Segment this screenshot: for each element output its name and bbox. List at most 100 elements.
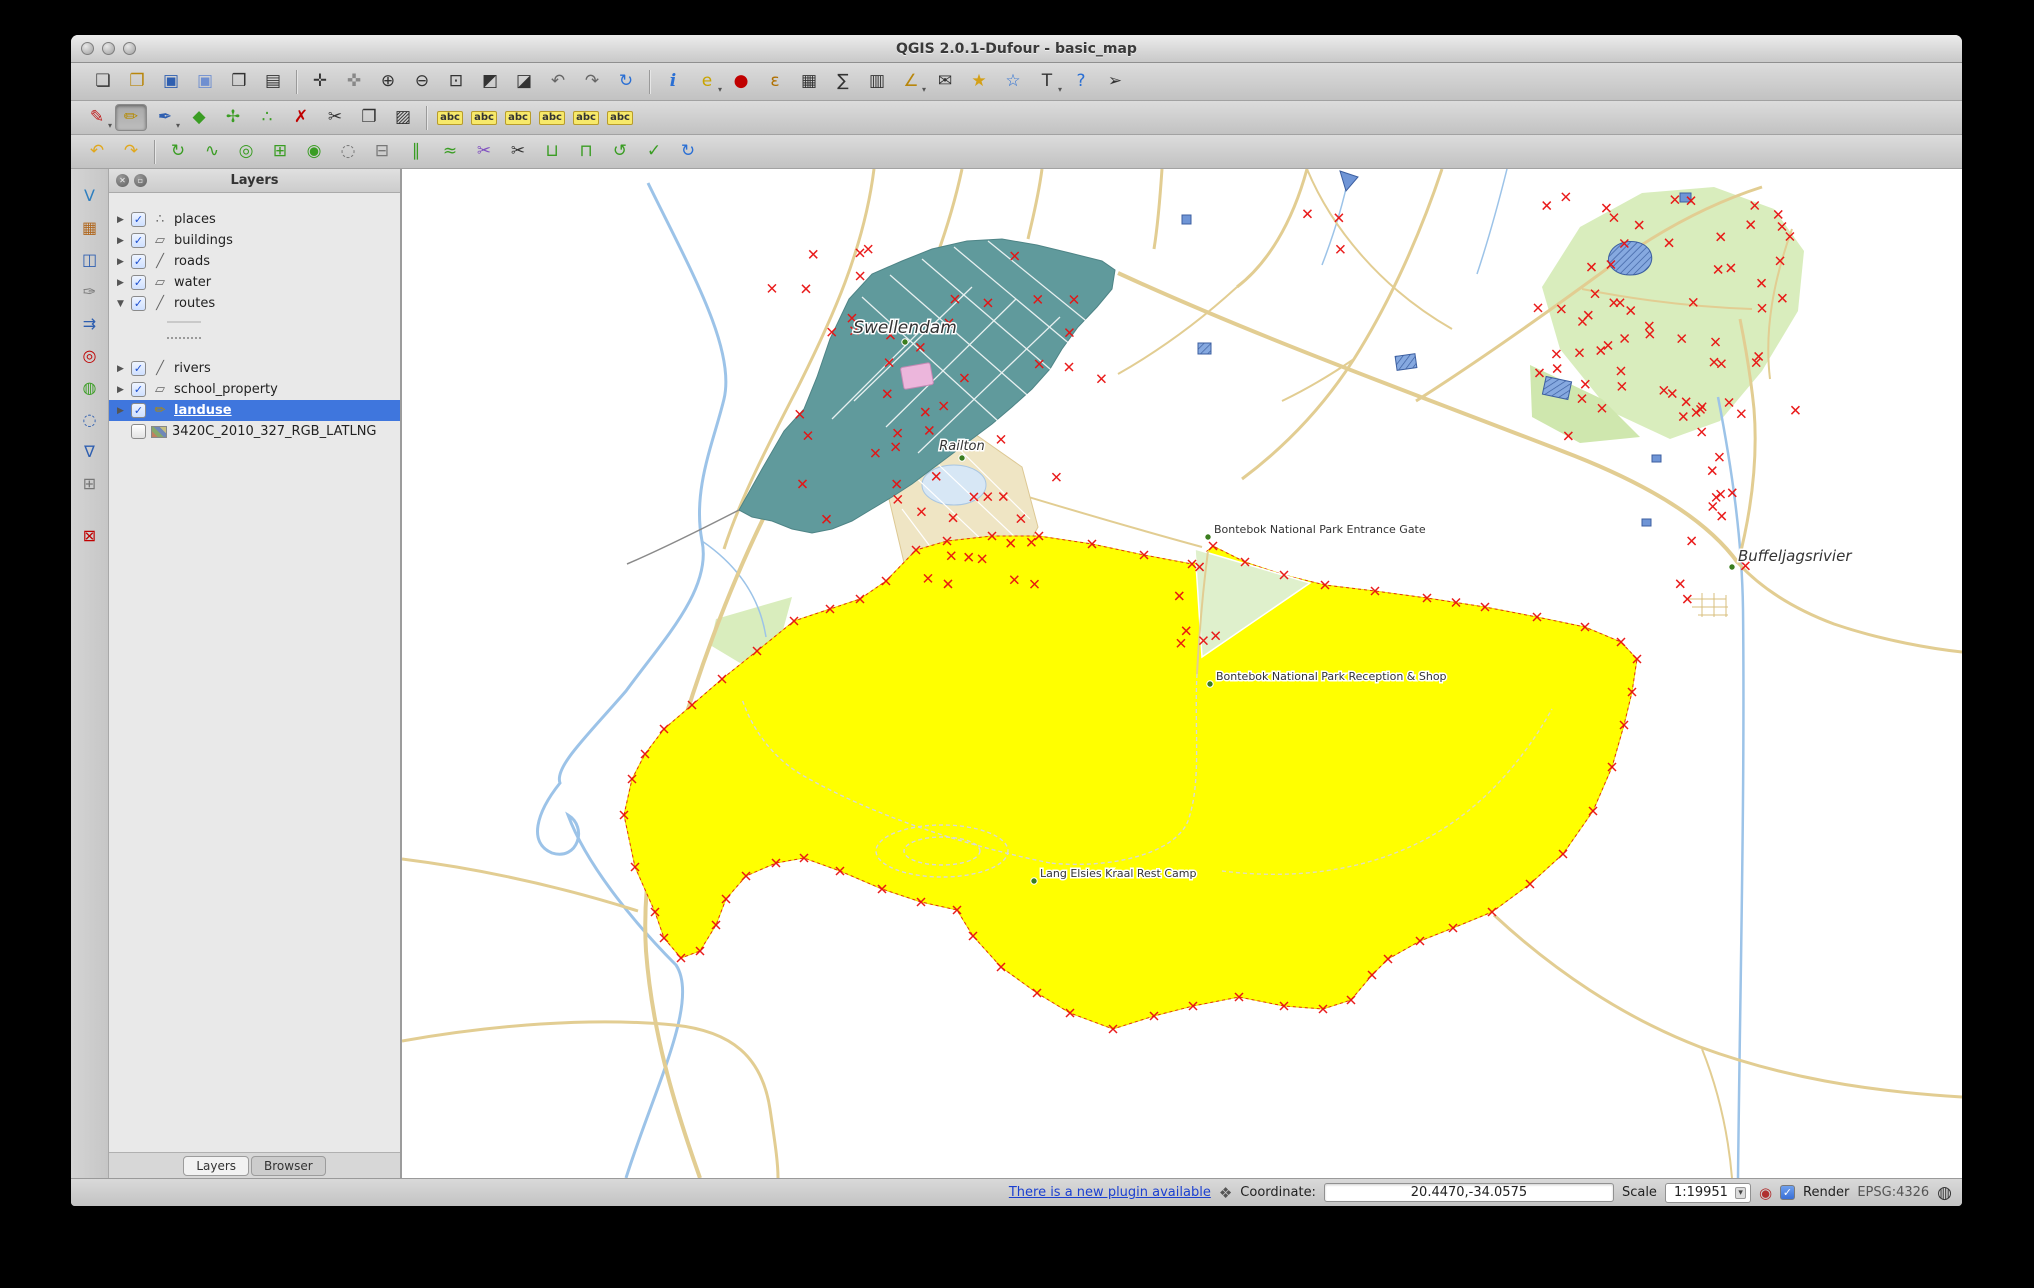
check-geometries-button[interactable]: ✓ xyxy=(638,138,670,165)
simplify-feature-button[interactable]: ∿ xyxy=(196,138,228,165)
coordinate-input[interactable] xyxy=(1323,1183,1614,1202)
layer-visibility-checkbox[interactable]: ✓ xyxy=(131,296,146,311)
move-feature-button[interactable]: ✢ xyxy=(217,104,249,131)
reshape-features-button[interactable]: ≈ xyxy=(434,138,466,165)
measure-button[interactable]: ∠ ▾ xyxy=(895,68,927,95)
new-print-composer-button[interactable]: ❒ xyxy=(223,68,255,95)
plugin-available-link[interactable]: There is a new plugin available xyxy=(1009,1185,1211,1200)
identify-features-button[interactable]: i xyxy=(657,68,689,95)
zoom-to-selection-button[interactable]: ◩ xyxy=(474,68,506,95)
layer-item-places[interactable]: ▶ ✓ ∴ places xyxy=(109,209,400,230)
layer-visibility-checkbox[interactable]: ✓ xyxy=(131,361,146,376)
merge-features-button[interactable]: ⊔ xyxy=(536,138,568,165)
layer-visibility-checkbox[interactable]: ✓ xyxy=(131,275,146,290)
scale-combo[interactable]: 1:19951 ▾ xyxy=(1664,1182,1751,1203)
add-part-button[interactable]: ⊞ xyxy=(264,138,296,165)
magnifier-icon[interactable]: ◉ xyxy=(1759,1184,1772,1202)
add-wfs-layer-button[interactable]: ∇ xyxy=(76,439,104,465)
layer-item-school_property[interactable]: ▶ ✓ ▱ school_property xyxy=(109,379,400,400)
layer-item-routes[interactable]: ▼ ✓ ╱ routes xyxy=(109,293,400,314)
open-attribute-table-button[interactable]: ▦ xyxy=(793,68,825,95)
split-features-button[interactable]: ✂ xyxy=(502,138,534,165)
zoom-in-button[interactable]: ⊕ xyxy=(372,68,404,95)
add-postgis-layer-button[interactable]: ◫ xyxy=(76,247,104,273)
layer-item-landuse[interactable]: ▶ ✓ ✏ landuse xyxy=(109,400,400,421)
deselect-all-button[interactable]: ● xyxy=(725,68,757,95)
rotate-feature-button[interactable]: ↻ xyxy=(162,138,194,165)
panel-close-button[interactable]: ✕ xyxy=(116,174,129,187)
layer-visibility-checkbox[interactable]: ✓ xyxy=(131,233,146,248)
layer-visibility-checkbox[interactable] xyxy=(131,424,146,439)
layer-item-roads[interactable]: ▶ ✓ ╱ roads xyxy=(109,251,400,272)
label-rotate-button[interactable]: abc xyxy=(570,104,602,131)
merge-attributes-button[interactable]: ⊓ xyxy=(570,138,602,165)
layer-visibility-checkbox[interactable]: ✓ xyxy=(131,212,146,227)
add-raster-layer-button[interactable]: ▦ xyxy=(76,215,104,241)
text-annotation-button[interactable]: T ▾ xyxy=(1031,68,1063,95)
add-ring-button[interactable]: ◎ xyxy=(230,138,262,165)
save-project-button[interactable]: ▣ xyxy=(155,68,187,95)
chevron-right-icon[interactable]: ▶ xyxy=(115,406,126,416)
add-mssql-layer-button[interactable]: ⇉ xyxy=(76,311,104,337)
add-spatialite-layer-button[interactable]: ✑ xyxy=(76,279,104,305)
zoom-full-button[interactable]: ⊡ xyxy=(440,68,472,95)
zoom-out-button[interactable]: ⊖ xyxy=(406,68,438,95)
layer-item-buildings[interactable]: ▶ ✓ ▱ buildings xyxy=(109,230,400,251)
show-bookmarks-button[interactable]: ☆ xyxy=(997,68,1029,95)
map-tips-button[interactable]: ✉ xyxy=(929,68,961,95)
labeling-options-button[interactable]: abc xyxy=(434,104,466,131)
panel-float-button[interactable]: ▫ xyxy=(134,174,147,187)
copy-features-button[interactable]: ❐ xyxy=(353,104,385,131)
layer-visibility-checkbox[interactable]: ✓ xyxy=(131,403,146,418)
statistics-summary-button[interactable]: ▥ xyxy=(861,68,893,95)
chevron-right-icon[interactable]: ▶ xyxy=(115,385,126,395)
open-project-button[interactable]: ❐ xyxy=(121,68,153,95)
zoom-next-button[interactable]: ↷ xyxy=(576,68,608,95)
offset-curve-button[interactable]: ∥ xyxy=(400,138,432,165)
add-vector-layer-button[interactable]: V xyxy=(76,183,104,209)
label-properties-button[interactable]: abc xyxy=(604,104,636,131)
label-show-hide-button[interactable]: abc xyxy=(502,104,534,131)
field-calculator-button[interactable]: ∑ xyxy=(827,68,859,95)
close-window-button[interactable] xyxy=(81,42,94,55)
add-wms-layer-button[interactable]: ◍ xyxy=(76,375,104,401)
delete-part-button[interactable]: ⊟ xyxy=(366,138,398,165)
whats-this-button[interactable]: ➢ xyxy=(1099,68,1131,95)
layer-item-3420C_2010_327_RGB_LATLNG[interactable]: ▶3420C_2010_327_RGB_LATLNG xyxy=(109,421,400,442)
select-by-expression-button[interactable]: ε xyxy=(759,68,791,95)
delete-ring-button[interactable]: ◌ xyxy=(332,138,364,165)
save-layer-edits-button[interactable]: ✒ ▾ xyxy=(149,104,181,131)
cut-features-button[interactable]: ✂ xyxy=(319,104,351,131)
undo-button[interactable]: ↶ xyxy=(81,138,113,165)
window-titlebar[interactable]: QGIS 2.0.1-Dufour - basic_map xyxy=(71,35,1962,63)
current-edits-button[interactable]: ✎ ▾ xyxy=(81,104,113,131)
label-move-button[interactable]: abc xyxy=(536,104,568,131)
crs-status-button[interactable]: ◍ xyxy=(1937,1183,1952,1203)
sync-edits-button[interactable]: ↻ xyxy=(672,138,704,165)
tab-browser[interactable]: Browser xyxy=(251,1155,326,1176)
save-project-as-button[interactable]: ▣ xyxy=(189,68,221,95)
run-feature-action-button[interactable]: e ▾ xyxy=(691,68,723,95)
node-tool-button[interactable]: ∴ xyxy=(251,104,283,131)
plugin-icon[interactable]: ❖ xyxy=(1219,1184,1232,1202)
chevron-down-icon[interactable]: ▼ xyxy=(115,299,126,309)
add-oracle-layer-button[interactable]: ◎ xyxy=(76,343,104,369)
layer-item-rivers[interactable]: ▶ ✓ ╱ rivers xyxy=(109,358,400,379)
tab-layers[interactable]: Layers xyxy=(183,1155,250,1176)
rotate-point-symbols-button[interactable]: ↺ xyxy=(604,138,636,165)
new-bookmark-button[interactable]: ★ xyxy=(963,68,995,95)
render-checkbox[interactable]: ✓ xyxy=(1780,1185,1796,1200)
remove-layer-button[interactable]: ⊠ xyxy=(76,523,104,549)
chevron-right-icon[interactable]: ▶ xyxy=(115,215,126,225)
split-parts-button[interactable]: ✂ xyxy=(468,138,500,165)
add-feature-button[interactable]: ◆ xyxy=(183,104,215,131)
paste-features-button[interactable]: ▨ xyxy=(387,104,419,131)
help-contents-button[interactable]: ? xyxy=(1065,68,1097,95)
label-pin-button[interactable]: abc xyxy=(468,104,500,131)
new-shapefile-layer-button[interactable]: ⊞ xyxy=(76,471,104,497)
map-refresh-button[interactable]: ↻ xyxy=(610,68,642,95)
chevron-right-icon[interactable]: ▶ xyxy=(115,236,126,246)
layer-visibility-checkbox[interactable]: ✓ xyxy=(131,254,146,269)
map-canvas[interactable]: Swellendam Railton Bontebok National Park … xyxy=(401,169,1962,1178)
fill-ring-button[interactable]: ◉ xyxy=(298,138,330,165)
